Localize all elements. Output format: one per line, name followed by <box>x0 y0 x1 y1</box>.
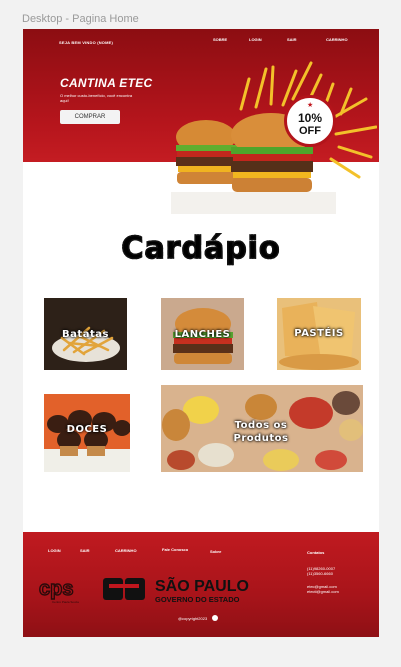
card-lanches[interactable]: LANCHES <box>161 298 244 370</box>
card-label-todos: Todos os Produtos <box>186 419 336 445</box>
card-label-todos-line1: Todos os <box>234 420 288 431</box>
footer: LOGIN SAIR CARRINHO Fale Conosco Sobre C… <box>23 532 379 637</box>
footer-nav-carrinho[interactable]: CARRINHO <box>115 548 137 553</box>
card-label-doces: DOCES <box>66 424 108 435</box>
buy-button[interactable]: COMPRAR <box>60 110 120 124</box>
nav-sair[interactable]: SAIR <box>287 37 297 42</box>
footer-nav-fale-conosco[interactable]: Fale Conosco <box>162 547 188 552</box>
card-doces[interactable]: DOCES <box>44 394 130 472</box>
sp-logo-title: SÃO PAULO <box>155 575 249 595</box>
nav-login[interactable]: LOGIN <box>249 37 262 42</box>
cps-logo: cps Centro Paula Souza <box>38 577 79 604</box>
copyright-text: @copyright2023 <box>178 616 208 621</box>
discount-badge: ★ 10% OFF <box>284 95 336 147</box>
card-label-lanches: LANCHES <box>174 329 231 340</box>
card-pasteis[interactable]: PASTÉIS <box>277 298 361 370</box>
footer-nav-sobre[interactable]: Sobre <box>210 549 221 554</box>
welcome-text: SEJA BEM VINDO (NOME) <box>59 40 114 45</box>
hero-subtitle: O melhor custo-benefício, você encontra … <box>60 93 133 103</box>
contact-email-2[interactable]: etecti@gmail.com <box>307 589 339 594</box>
card-label-todos-line2: Produtos <box>233 433 289 444</box>
card-label-batatas: Batatas <box>62 329 109 340</box>
card-todos-produtos[interactable]: Todos os Produtos <box>161 385 363 472</box>
sp-logo-subtitle: GOVERNO DO ESTADO <box>155 595 240 604</box>
card-label-pasteis: PASTÉIS <box>294 328 344 339</box>
star-icon: ★ <box>307 102 314 109</box>
home-page: SEJA BEM VINDO (NOME) SOBRE LOGIN SAIR C… <box>23 29 379 637</box>
contact-heading: Contatos <box>307 550 325 555</box>
nav-carrinho[interactable]: CARRINHO <box>326 37 348 42</box>
hero-title: CANTINA ETEC <box>60 76 153 90</box>
sao-paulo-logo: SÃO PAULO GOVERNO DO ESTADO <box>103 575 249 604</box>
frame-label: Desktop - Pagina Home <box>22 13 139 25</box>
burgers-fries-image <box>171 61 377 214</box>
contact-phone-2: (11)3560-6660 <box>307 571 333 576</box>
menu-title: Cardápio <box>23 230 379 267</box>
menu-title-text: Cardápio <box>121 230 281 267</box>
discount-off-label: OFF <box>299 125 321 137</box>
cps-logo-text: cps <box>39 578 73 600</box>
card-batatas[interactable]: Batatas <box>44 298 127 370</box>
copyright-icon <box>212 615 218 621</box>
footer-nav-login[interactable]: LOGIN <box>48 548 61 553</box>
nav-sobre[interactable]: SOBRE <box>213 37 227 42</box>
discount-percent: 10% <box>297 111 323 125</box>
cps-logo-subtext: Centro Paula Souza <box>52 600 79 604</box>
footer-nav-sair[interactable]: SAIR <box>80 548 90 553</box>
